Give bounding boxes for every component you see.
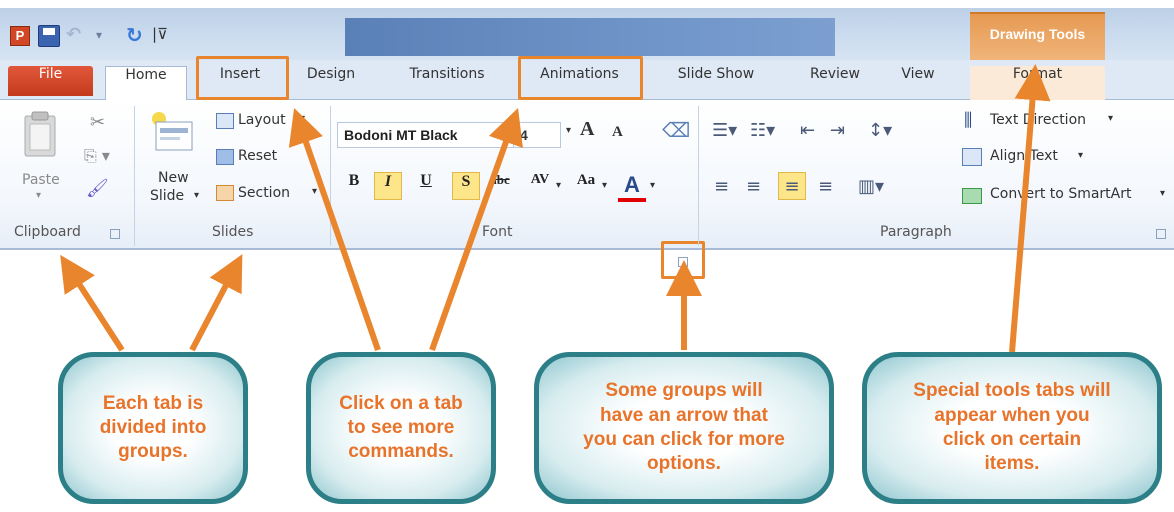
- callout-tabs-line: commands.: [348, 441, 454, 463]
- callout-special: Special tools tabs will appear when you …: [862, 352, 1162, 504]
- callout-groups-line: Each tab is: [102, 392, 204, 414]
- callout-groups-line: divided into: [99, 416, 207, 438]
- callout-groups: Each tab is divided into groups.: [58, 352, 248, 504]
- callout-tabs-line: to see more: [347, 416, 455, 438]
- callout-special-line: items.: [984, 453, 1040, 475]
- callout-special-line: Special tools tabs will: [913, 380, 1111, 402]
- callout-special-line: click on certain: [942, 429, 1082, 450]
- arrow-to-animations-tab: [429, 108, 523, 352]
- arrow-to-slides: [189, 254, 243, 352]
- callout-arrow: Some groups will have an arrow that you …: [534, 352, 834, 504]
- callout-arrow-line: have an arrow that: [600, 404, 768, 426]
- callout-arrow-line: you can click for more: [583, 429, 785, 450]
- callout-tabs: Click on a tab to see more commands.: [306, 352, 496, 504]
- arrow-to-format-tab: [1009, 64, 1051, 353]
- callout-groups-line: groups.: [118, 441, 188, 463]
- arrow-to-clipboard: [60, 254, 125, 352]
- callout-arrow-line: options.: [647, 453, 721, 475]
- callout-special-line: appear when you: [934, 404, 1090, 426]
- callout-tabs-line: Click on a tab: [339, 392, 463, 414]
- arrow-to-insert-tab: [288, 107, 381, 351]
- callout-arrow-line: Some groups will: [605, 380, 763, 402]
